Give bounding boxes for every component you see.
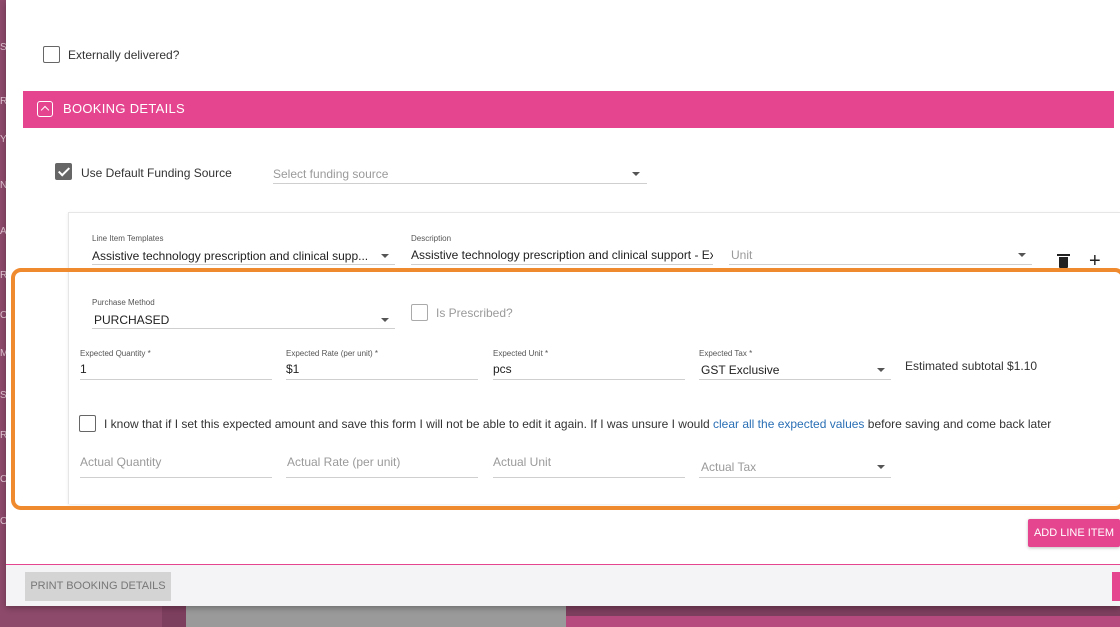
use-default-funding-checkbox[interactable] [55,163,72,180]
collapse-icon[interactable] [37,101,53,117]
print-booking-details-button[interactable]: PRINT BOOKING DETAILS [25,572,171,601]
trash-icon[interactable] [1057,254,1070,268]
chevron-down-icon [1018,253,1026,257]
chevron-down-icon [381,254,389,258]
section-title: BOOKING DETAILS [63,101,186,116]
line-item-template-select[interactable]: Line Item Templates Assistive technology… [92,234,395,265]
booking-details-header[interactable]: BOOKING DETAILS [23,91,1114,128]
add-line-item-button[interactable]: ADD LINE ITEM [1028,519,1120,547]
line-item-template-label: Line Item Templates [92,234,164,243]
externally-delivered-label: Externally delivered? [68,48,180,62]
description-field[interactable]: Description Assistive technology prescri… [411,234,713,265]
highlight-annotation [11,268,1120,510]
funding-source-placeholder: Select funding source [273,167,389,181]
modal-footer: PRINT BOOKING DETAILS [6,564,1120,606]
description-value: Assistive technology prescription and cl… [411,248,713,262]
externally-delivered-checkbox[interactable] [43,46,60,63]
use-default-funding-label: Use Default Funding Source [81,166,232,180]
chevron-down-icon [632,172,640,176]
line-item-template-value: Assistive technology prescription and cl… [92,249,369,263]
funding-source-select[interactable]: Select funding source [273,164,647,184]
description-label: Description [411,234,452,243]
footer-action-button[interactable] [1112,572,1120,601]
backdrop-bottom [0,606,1120,627]
unit-select[interactable]: Unit [729,245,1032,265]
unit-placeholder: Unit [731,248,753,262]
